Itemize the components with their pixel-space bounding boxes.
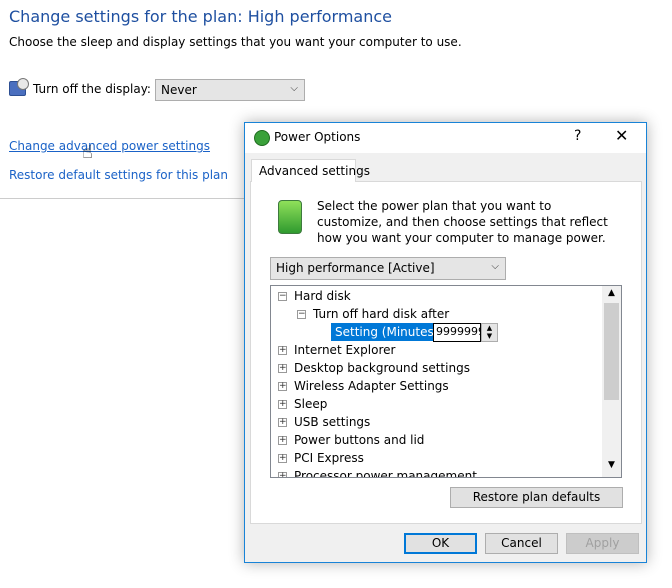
tree-node[interactable]: + Wireless Adapter Settings xyxy=(278,377,449,395)
minutes-input[interactable]: 9999999 xyxy=(433,323,485,342)
chevron-down-icon: ⌵ xyxy=(491,261,499,272)
title-bar[interactable]: Power Options ? ✕ xyxy=(245,123,646,153)
tree-node[interactable]: + Internet Explorer xyxy=(278,341,395,359)
node-label: Desktop background settings xyxy=(294,361,470,375)
page-title: Change settings for the plan: High perfo… xyxy=(9,7,393,26)
scrollbar-thumb[interactable] xyxy=(604,303,619,400)
chevron-down-icon: ⌵ xyxy=(290,83,298,94)
node-label: Processor power management xyxy=(294,469,477,478)
expand-icon[interactable]: + xyxy=(278,382,287,391)
page-subtitle: Choose the sleep and display settings th… xyxy=(9,35,462,49)
expand-icon[interactable]: + xyxy=(278,454,287,463)
tab-advanced-settings[interactable]: Advanced settings xyxy=(251,159,370,182)
cancel-button[interactable]: Cancel xyxy=(485,533,558,554)
collapse-icon[interactable]: − xyxy=(278,292,287,301)
scroll-down-icon[interactable]: ▼ xyxy=(602,460,621,470)
power-options-icon xyxy=(254,130,270,146)
node-label: Hard disk xyxy=(294,289,351,303)
ok-button[interactable]: OK xyxy=(404,533,477,554)
node-label: Power buttons and lid xyxy=(294,433,425,447)
plan-value: High performance [Active] xyxy=(276,261,435,275)
node-label: USB settings xyxy=(294,415,371,429)
node-label: Sleep xyxy=(294,397,328,411)
tree-node-turn-off-hard-disk[interactable]: − Turn off hard disk after xyxy=(297,305,449,323)
collapse-icon[interactable]: − xyxy=(297,310,306,319)
dialog-title: Power Options xyxy=(274,130,361,144)
restore-defaults-link[interactable]: Restore default settings for this plan xyxy=(9,168,228,182)
expand-icon[interactable]: + xyxy=(278,418,287,427)
expand-icon[interactable]: + xyxy=(278,400,287,409)
hand-cursor-icon: ☝ xyxy=(82,142,93,163)
node-label: PCI Express xyxy=(294,451,364,465)
expand-icon[interactable]: + xyxy=(278,472,287,477)
tree-node-hard-disk[interactable]: − Hard disk xyxy=(278,287,351,305)
tree-scrollbar[interactable]: ▲ ▼ xyxy=(602,286,621,477)
tree-node[interactable]: + Processor power management xyxy=(278,467,477,478)
power-options-dialog: Power Options ? ✕ Advanced settings Sele… xyxy=(244,122,647,563)
expand-icon[interactable]: + xyxy=(278,436,287,445)
display-value: Never xyxy=(161,83,197,97)
close-button[interactable]: ✕ xyxy=(615,126,628,145)
expand-icon[interactable]: + xyxy=(278,364,287,373)
minutes-spinner[interactable]: ▲ ▼ xyxy=(481,323,498,342)
display-clock-icon xyxy=(9,78,29,96)
description: Select the power plan that you want to c… xyxy=(317,199,608,245)
display-timeout-select[interactable]: Never ⌵ xyxy=(155,79,305,101)
tree-node[interactable]: + Desktop background settings xyxy=(278,359,470,377)
spin-up-icon[interactable]: ▲ xyxy=(482,324,497,332)
node-label: Internet Explorer xyxy=(294,343,396,357)
tree-node[interactable]: + Sleep xyxy=(278,395,327,413)
apply-button[interactable]: Apply xyxy=(566,533,639,554)
setting-minutes-label: Setting (Minutes): xyxy=(331,323,447,341)
restore-plan-defaults-button[interactable]: Restore plan defaults xyxy=(450,487,623,508)
node-label: Turn off hard disk after xyxy=(313,307,450,321)
help-button[interactable]: ? xyxy=(574,128,581,144)
tree-node[interactable]: + Power buttons and lid xyxy=(278,431,424,449)
battery-plug-icon xyxy=(278,200,302,234)
tree-node[interactable]: + USB settings xyxy=(278,413,370,431)
settings-tree[interactable]: − Hard disk − Turn off hard disk after Set… xyxy=(270,285,622,478)
expand-icon[interactable]: + xyxy=(278,346,287,355)
spin-down-icon[interactable]: ▼ xyxy=(482,332,497,340)
tree-node[interactable]: + PCI Express xyxy=(278,449,364,467)
scroll-up-icon[interactable]: ▲ xyxy=(602,288,621,298)
display-label: Turn off the display: xyxy=(33,82,151,96)
settings-panel: Select the power plan that you want to c… xyxy=(250,181,642,524)
change-advanced-settings-link[interactable]: Change advanced power settings xyxy=(9,139,210,153)
node-label: Wireless Adapter Settings xyxy=(294,379,449,393)
divider xyxy=(0,198,244,199)
power-plan-select[interactable]: High performance [Active] ⌵ xyxy=(270,257,506,280)
